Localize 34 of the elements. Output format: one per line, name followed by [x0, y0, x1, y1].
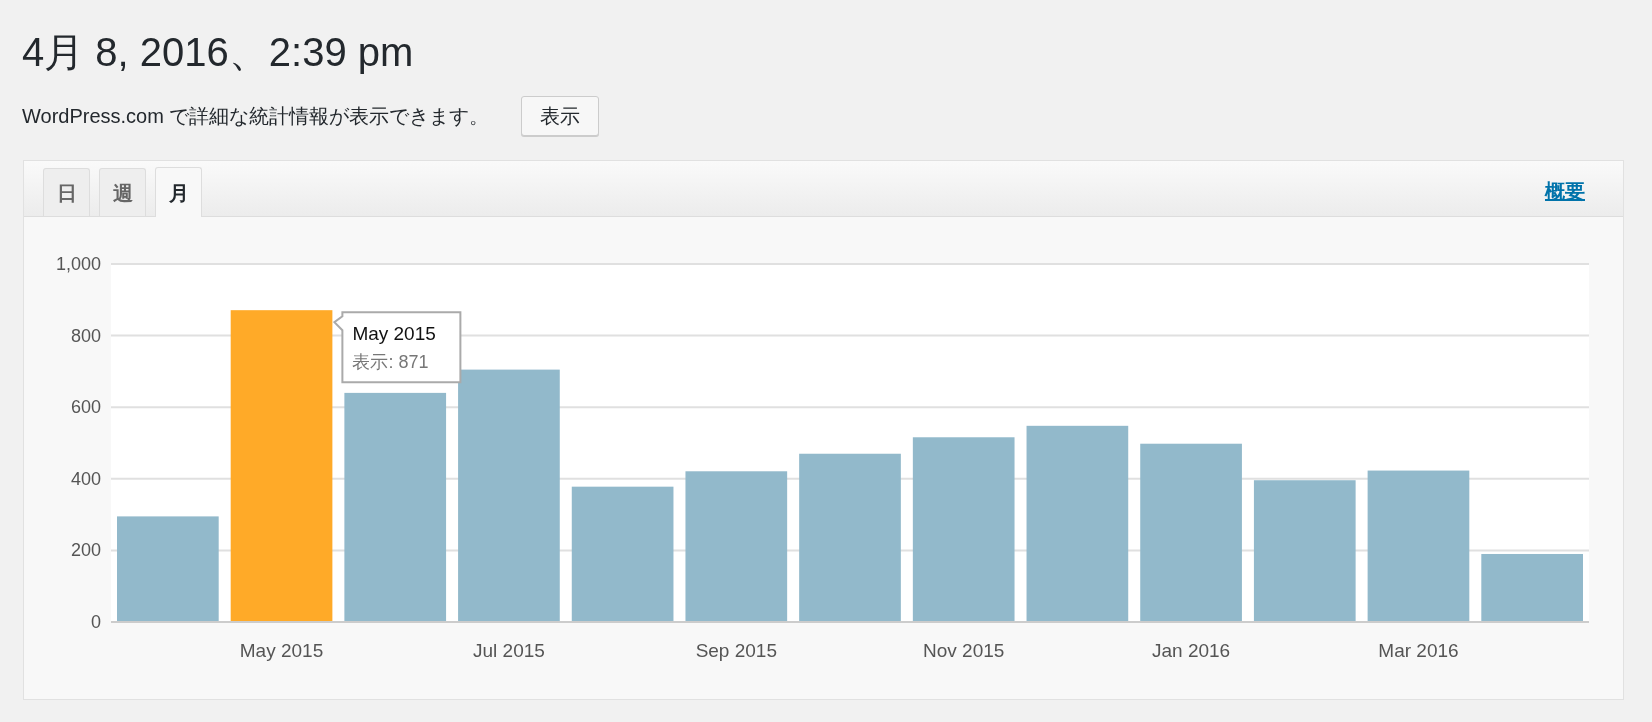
- bar[interactable]: [1253, 480, 1356, 622]
- notice-text: WordPress.com で詳細な統計情報が表示できます。: [22, 104, 490, 129]
- bar[interactable]: [1026, 425, 1129, 622]
- y-axis-label: 0: [91, 612, 101, 632]
- bar[interactable]: [230, 310, 333, 622]
- tab[interactable]: 月: [155, 167, 202, 217]
- y-axis-label: 1,000: [55, 254, 101, 274]
- x-axis-label: May 2015: [239, 640, 324, 661]
- tooltip-title: May 2015: [352, 323, 436, 345]
- x-axis-label: Nov 2015: [923, 640, 1005, 661]
- bar[interactable]: [685, 471, 788, 622]
- bar[interactable]: [799, 453, 901, 622]
- bar[interactable]: [1481, 554, 1583, 622]
- bar[interactable]: [344, 392, 447, 622]
- y-axis-label: 200: [70, 540, 101, 561]
- view-button[interactable]: 表示: [521, 96, 600, 136]
- y-axis-label: 400: [70, 468, 101, 489]
- y-axis-label: 800: [70, 325, 101, 346]
- tab[interactable]: 日: [43, 168, 90, 216]
- page-heading: 4月 8, 2016、2:39 pm: [22, 29, 414, 76]
- x-axis-label: Sep 2015: [695, 640, 777, 661]
- bar[interactable]: [912, 437, 1015, 622]
- tooltip-value: 表示: 871: [352, 352, 429, 373]
- tab[interactable]: 週: [99, 168, 146, 216]
- x-axis-label: Mar 2016: [1378, 640, 1459, 661]
- summary-link[interactable]: 概要: [1545, 175, 1585, 206]
- bar[interactable]: [1367, 470, 1470, 622]
- bar[interactable]: [458, 369, 560, 622]
- bar[interactable]: [117, 516, 219, 622]
- y-axis-label: 600: [70, 397, 101, 418]
- bar[interactable]: [1140, 443, 1242, 622]
- bar[interactable]: [571, 486, 674, 622]
- x-axis-label: Jan 2016: [1152, 640, 1231, 661]
- x-axis-label: Jul 2015: [473, 640, 545, 661]
